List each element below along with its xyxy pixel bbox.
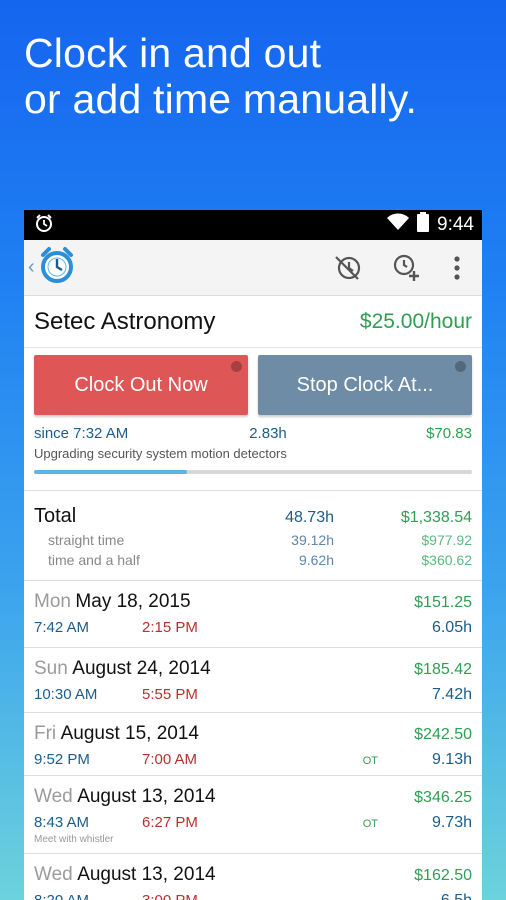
overtime-badge: OT: [362, 818, 378, 830]
entry-end: 3:00 PM: [142, 892, 262, 900]
entry-start: 9:52 PM: [34, 751, 90, 768]
headline-line-1: Clock in and out: [24, 30, 322, 76]
more-vertical-icon[interactable]: [452, 254, 462, 282]
entry-day: Wed: [34, 864, 73, 885]
entry-end: 2:15 PM: [142, 619, 198, 636]
app-toolbar: ‹: [24, 240, 482, 296]
entry-date: August 13, 2014: [77, 864, 216, 885]
entry-end: 5:55 PM: [142, 686, 198, 703]
overtime-hours: 9.62h: [298, 552, 334, 568]
entry-start: 8:43 AM: [34, 814, 90, 831]
session-description: Upgrading security system motion detecto…: [34, 446, 287, 461]
entry-day: Wed: [34, 786, 73, 807]
clock-out-now-button[interactable]: Clock Out Now: [34, 355, 248, 415]
overtime-amount: $360.62: [421, 552, 472, 568]
straight-time-hours: 39.12h: [291, 532, 334, 548]
list-item[interactable]: Wed August 13, 2014 $346.25 8:43 AM 6:27…: [24, 776, 482, 854]
chevron-left-icon[interactable]: ‹: [28, 256, 35, 279]
entry-date: August 24, 2014: [72, 658, 211, 679]
entry-date: August 13, 2014: [77, 786, 216, 807]
stop-clock-at-button[interactable]: Stop Clock At...: [258, 355, 472, 415]
entry-duration: 9.13h: [431, 751, 472, 768]
overtime-badge: OT: [362, 755, 378, 767]
session-progress-bar: [34, 470, 472, 474]
entry-amount: $185.42: [414, 661, 472, 678]
since-time: since 7:32 AM: [34, 425, 129, 442]
totals-section[interactable]: Total 48.73h $1,338.54 straight time 39.…: [24, 491, 482, 581]
indicator-dot: [231, 361, 242, 372]
entry-duration: 6.5h: [392, 892, 472, 900]
list-item[interactable]: Sun August 24, 2014 $185.42 10:30 AM 5:5…: [24, 648, 482, 713]
clock-out-label: Clock Out Now: [74, 373, 208, 396]
current-session[interactable]: since 7:32 AM 2.83h $70.83 Upgrading sec…: [24, 415, 482, 491]
clock-button-row: Clock Out Now Stop Clock At...: [24, 348, 482, 415]
entry-end: 6:27 PM: [142, 814, 198, 831]
entry-start: 10:30 AM: [34, 686, 98, 703]
entry-duration: 6.05h: [431, 619, 472, 636]
status-time: 9:44: [437, 214, 474, 235]
stop-clock-label: Stop Clock At...: [296, 373, 434, 396]
straight-time-amount: $977.92: [421, 532, 472, 548]
add-time-icon[interactable]: [392, 253, 422, 283]
entry-start: 8:20 AM: [34, 892, 142, 900]
entry-amount: $346.25: [414, 789, 472, 806]
entry-date: August 15, 2014: [60, 723, 199, 744]
entry-duration: 7.42h: [431, 686, 472, 703]
entry-day: Mon: [34, 591, 71, 612]
straight-time-label: straight time: [48, 532, 125, 548]
entry-amount: $162.50: [414, 867, 472, 884]
entry-note: Meet with whistler: [34, 834, 114, 845]
entry-day: Fri: [34, 723, 57, 744]
status-bar: 9:44: [24, 210, 482, 240]
total-amount: $1,338.54: [400, 509, 472, 526]
alarm-clock-logo-icon[interactable]: [37, 245, 77, 290]
total-hours: 48.73h: [285, 509, 334, 526]
entry-amount: $242.50: [414, 726, 472, 743]
entry-day: Sun: [34, 658, 68, 679]
current-hours: 2.83h: [249, 425, 287, 442]
promo-headline: Clock in and out or add time manually.: [24, 30, 417, 122]
list-item[interactable]: Mon May 18, 2015 $151.25 7:42 AM 2:15 PM…: [24, 581, 482, 648]
entry-date: May 18, 2015: [75, 591, 191, 612]
progress-fill: [34, 470, 188, 474]
current-earned: $70.83: [426, 425, 472, 442]
total-label: Total: [34, 505, 77, 527]
headline-line-2: or add time manually.: [24, 76, 418, 122]
list-item[interactable]: Wed August 13, 2014 $162.50 8:20 AM 3:00…: [24, 854, 482, 900]
entry-amount: $151.25: [414, 594, 472, 611]
job-name: Setec Astronomy: [34, 307, 216, 335]
battery-icon: [417, 212, 430, 238]
wifi-icon: [387, 213, 410, 237]
entry-duration: 9.73h: [431, 814, 472, 831]
list-item[interactable]: Fri August 15, 2014 $242.50 9:52 PM 7:00…: [24, 713, 482, 776]
entry-start: 7:42 AM: [34, 619, 90, 636]
indicator-dot: [455, 361, 466, 372]
hourly-rate: $25.00/hour: [359, 309, 472, 333]
job-header[interactable]: Setec Astronomy $25.00/hour: [24, 296, 482, 348]
phone-screen: 9:44 ‹ Setec Astronomy $25.00/hour Clock…: [24, 210, 482, 900]
history-icon[interactable]: [334, 254, 362, 282]
overtime-label: time and a half: [48, 552, 140, 568]
entry-end: 7:00 AM: [142, 751, 198, 768]
alarm-status-icon: [34, 213, 54, 238]
entries-list: Mon May 18, 2015 $151.25 7:42 AM 2:15 PM…: [24, 581, 482, 900]
